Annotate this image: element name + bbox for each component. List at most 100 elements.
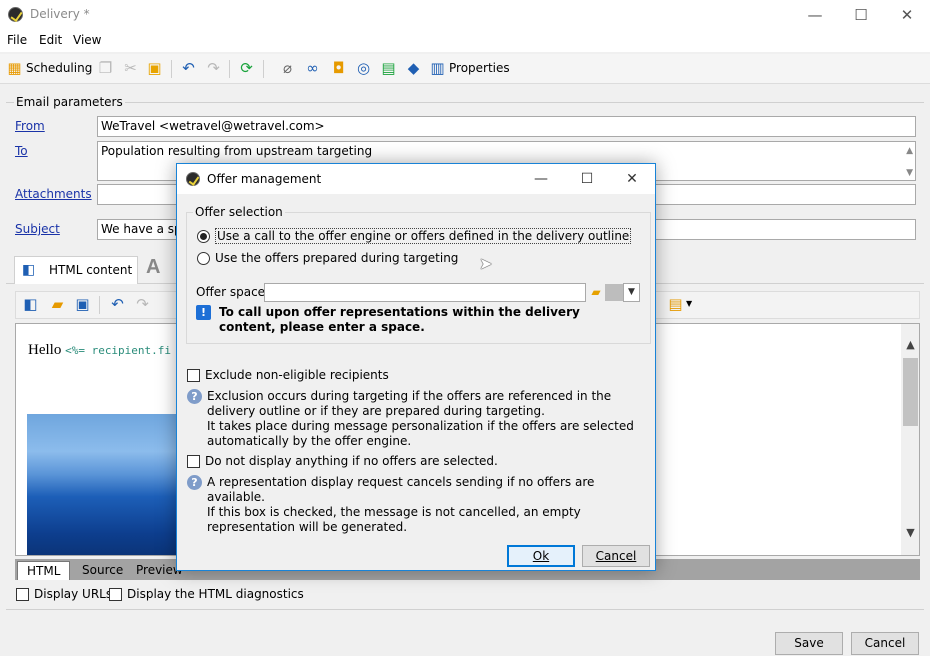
scheduling-button[interactable]: Scheduling xyxy=(26,61,92,75)
folder-icon[interactable]: ▰ xyxy=(588,284,604,300)
help-icon: ? xyxy=(187,475,202,490)
new-document-icon[interactable]: ◧ xyxy=(22,296,39,313)
radio-offer-engine[interactable] xyxy=(197,229,210,243)
tag-icon[interactable]: ◆ xyxy=(405,60,422,77)
tab-text-content[interactable]: A xyxy=(146,256,160,279)
scroll-up-icon[interactable]: ▲ xyxy=(906,144,913,159)
copy-icon[interactable]: ❐ xyxy=(97,60,114,77)
no-display-option[interactable]: Do not display anything if no offers are… xyxy=(187,454,498,468)
minimize-button[interactable]: — xyxy=(792,0,838,30)
app-logo-icon xyxy=(8,7,23,22)
gift-icon[interactable]: ◘ xyxy=(330,60,347,77)
menu-file[interactable]: File xyxy=(7,33,27,47)
attachments-link[interactable]: Attachments xyxy=(15,187,92,201)
no-display-checkbox[interactable] xyxy=(187,454,200,468)
maximize-button[interactable]: ☐ xyxy=(838,0,884,30)
refresh-icon[interactable]: ⟳ xyxy=(238,60,255,77)
exclude-option[interactable]: Exclude non-eligible recipients xyxy=(187,368,389,382)
undo-icon[interactable]: ↶ xyxy=(180,60,197,77)
help-icon: ? xyxy=(187,389,202,404)
exclude-checkbox[interactable] xyxy=(187,368,200,382)
footer-divider xyxy=(6,609,924,610)
radio-prepared-option[interactable]: Use the offers prepared during targeting xyxy=(197,251,458,265)
dialog-maximize-button[interactable]: ☐ xyxy=(564,164,610,194)
toolbar-separator xyxy=(229,60,230,78)
radio-offer-engine-option[interactable]: Use a call to the offer engine or offers… xyxy=(197,228,632,244)
dialog-title: Offer management xyxy=(207,172,322,186)
exclude-label: Exclude non-eligible recipients xyxy=(205,368,389,382)
to-field-value: Population resulting from upstream targe… xyxy=(101,144,373,158)
editor-hello-line: Hello <%= recipient.fi xyxy=(28,342,171,359)
no-display-label: Do not display anything if no offers are… xyxy=(205,454,498,468)
dialog-minimize-button[interactable]: — xyxy=(518,164,564,194)
toolbar-separator xyxy=(263,60,264,78)
save-button[interactable]: Save xyxy=(775,632,843,655)
chevron-down-icon[interactable]: ▼ xyxy=(686,299,692,308)
offer-space-info: To call upon offer representations withi… xyxy=(219,305,580,334)
menu-view[interactable]: View xyxy=(73,33,101,47)
tab-html-content[interactable]: ◧ HTML content xyxy=(14,256,138,284)
calculator-icon[interactable]: ▤ xyxy=(380,60,397,77)
scrollbar-thumb[interactable] xyxy=(903,358,918,426)
scroll-down-icon[interactable]: ▼ xyxy=(906,166,913,180)
from-link[interactable]: From xyxy=(15,119,45,133)
main-toolbar: ▦ Scheduling ❐ ✂ ▣ ↶ ↷ ⟳ ⌀ ∞ ◘ ◎ ▤ ◆ ▥ P… xyxy=(0,54,930,84)
chevron-down-icon[interactable]: ▼ xyxy=(623,283,640,302)
exclude-help-text: Exclusion occurs during targeting if the… xyxy=(207,389,634,448)
no-display-help-text: A representation display request cancels… xyxy=(207,475,595,534)
tab-html-content-label: HTML content xyxy=(49,263,133,277)
open-folder-icon[interactable]: ▰ xyxy=(49,296,66,313)
display-html-diagnostics-option[interactable]: Display the HTML diagnostics xyxy=(109,587,304,601)
undo-icon[interactable]: ↶ xyxy=(109,296,126,313)
properties-button[interactable]: Properties xyxy=(449,61,510,75)
radio-prepared[interactable] xyxy=(197,251,210,265)
display-html-diagnostics-checkbox[interactable] xyxy=(109,587,122,601)
display-urls-option[interactable]: Display URLs xyxy=(16,587,112,601)
radio-offer-engine-label: Use a call to the offer engine or offers… xyxy=(215,228,632,244)
close-button[interactable]: ✕ xyxy=(884,0,930,30)
toolbar-separator xyxy=(171,60,172,78)
target-icon[interactable]: ◎ xyxy=(355,60,372,77)
email-parameters-legend: Email parameters xyxy=(14,95,125,109)
toolbar-separator xyxy=(99,296,100,314)
subject-link[interactable]: Subject xyxy=(15,222,60,236)
attachment-icon[interactable]: ⌀ xyxy=(279,60,296,77)
paste-icon[interactable]: ▣ xyxy=(146,60,163,77)
display-urls-checkbox[interactable] xyxy=(16,587,29,601)
offer-management-dialog: Offer management — ☐ ✕ Offer selection U… xyxy=(176,163,656,571)
dialog-cancel-button[interactable]: Cancel xyxy=(582,545,650,567)
editor-vertical-scrollbar[interactable]: ▲ ▼ xyxy=(901,324,919,555)
insert-menu-icon[interactable]: ▤ xyxy=(667,296,684,313)
to-link[interactable]: To xyxy=(15,144,28,158)
offer-space-label: Offer space: xyxy=(196,285,270,299)
link-icon[interactable]: ∞ xyxy=(304,60,321,77)
app-logo-icon xyxy=(186,172,200,186)
clipboard-icon[interactable]: ▥ xyxy=(429,60,446,77)
dialog-titlebar: Offer management — ☐ ✕ xyxy=(177,164,655,194)
cut-icon[interactable]: ✂ xyxy=(122,60,139,77)
tab-source[interactable]: Source xyxy=(73,561,132,580)
window-title: Delivery * xyxy=(30,7,90,21)
tab-html[interactable]: HTML xyxy=(17,561,71,580)
from-field[interactable]: WeTravel <wetravel@wetravel.com> xyxy=(97,116,916,137)
menu-edit[interactable]: Edit xyxy=(39,33,62,47)
radio-prepared-label: Use the offers prepared during targeting xyxy=(215,251,459,265)
html-content-icon: ◧ xyxy=(22,262,36,278)
hello-text: Hello xyxy=(28,342,62,358)
save-icon[interactable]: ▣ xyxy=(74,296,91,313)
redo-icon[interactable]: ↷ xyxy=(205,60,222,77)
window-titlebar: Delivery * — ☐ ✕ xyxy=(0,0,930,30)
calendar-icon[interactable]: ▦ xyxy=(6,60,23,77)
cancel-button[interactable]: Cancel xyxy=(851,632,919,655)
scroll-up-icon[interactable]: ▲ xyxy=(904,338,917,351)
mouse-cursor-icon: ➤ xyxy=(479,254,493,273)
personalization-code: <%= recipient.fi xyxy=(65,344,172,357)
redo-icon[interactable]: ↷ xyxy=(134,296,151,313)
ok-button[interactable]: Ok xyxy=(507,545,575,567)
clear-button[interactable] xyxy=(605,284,623,301)
scroll-down-icon[interactable]: ▼ xyxy=(904,526,917,539)
display-html-diagnostics-label: Display the HTML diagnostics xyxy=(127,587,304,601)
menu-bar: File Edit View xyxy=(0,30,930,52)
offer-space-input[interactable] xyxy=(264,283,586,302)
dialog-close-button[interactable]: ✕ xyxy=(609,164,655,194)
